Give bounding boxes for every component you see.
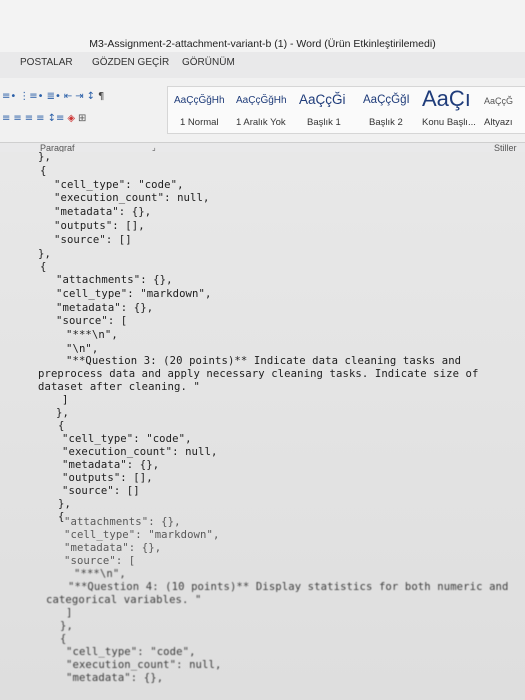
- code-line: "**Question 4: (10 points)** Display sta…: [68, 581, 509, 593]
- code-line: "metadata": {},: [64, 542, 162, 554]
- style-name: Başlık 1: [307, 117, 341, 128]
- code-line: {: [40, 261, 47, 273]
- tab-gozden-gecir[interactable]: GÖZDEN GEÇİR: [92, 57, 169, 68]
- code-line: "attachments": {},: [56, 274, 173, 286]
- code-line: "execution_count": null,: [54, 192, 210, 204]
- line-spacing-icon[interactable]: ↕≡: [48, 113, 65, 124]
- justify-icon[interactable]: ≡: [36, 113, 44, 124]
- style-sample: AaÇçĞğI: [363, 94, 410, 106]
- code-line: preprocess data and apply necessary clea…: [38, 368, 479, 380]
- code-line: "source": [: [56, 315, 128, 327]
- tab-postalar[interactable]: POSTALAR: [20, 57, 73, 68]
- code-line: "source": []: [54, 234, 132, 246]
- paragraph-tools-row-1: ≡• ⋮≡• ≣• ⇤ ⇥ ↕ ¶: [2, 91, 104, 102]
- code-line: "attachments": {},: [64, 516, 181, 528]
- code-line: "cell_type": "code",: [66, 646, 196, 658]
- code-line: {: [58, 420, 65, 432]
- code-line: "cell_type": "code",: [62, 433, 192, 445]
- code-line: ]: [62, 394, 69, 406]
- code-line: categorical variables. ": [46, 594, 202, 606]
- styles-gallery: AaÇçĞğHh 1 Normal AaÇçĞğHh 1 Aralık Yok …: [167, 86, 525, 134]
- align-center-icon[interactable]: ≡: [13, 113, 21, 124]
- style-name: Altyazı: [484, 117, 513, 128]
- code-line: "source": []: [62, 485, 140, 497]
- code-line: "cell_type": "markdown",: [64, 529, 220, 541]
- style-no-spacing[interactable]: AaÇçĞğHh 1 Aralık Yok: [236, 87, 296, 133]
- code-line: "metadata": {},: [56, 302, 154, 314]
- code-line: },: [60, 620, 73, 632]
- dialog-launcher-icon[interactable]: ⌟: [152, 143, 156, 152]
- document-area[interactable]: }, { "cell_type": "code", "execution_cou…: [0, 151, 525, 700]
- code-line: "**Question 3: (20 points)** Indicate da…: [66, 355, 462, 367]
- code-line: "metadata": {},: [66, 672, 164, 684]
- code-line: "outputs": [],: [62, 472, 153, 484]
- code-line: dataset after cleaning. ": [38, 381, 200, 393]
- code-line: "cell_type": "markdown",: [56, 288, 212, 300]
- code-line: {: [40, 165, 47, 177]
- align-right-icon[interactable]: ≡: [25, 113, 33, 124]
- code-line: "outputs": [],: [54, 220, 145, 232]
- align-left-icon[interactable]: ≡: [2, 113, 10, 124]
- code-line: ]: [66, 607, 73, 619]
- style-name: Başlık 2: [369, 117, 403, 128]
- decrease-indent-icon[interactable]: ⇤: [64, 91, 72, 102]
- code-line: "cell_type": "code",: [54, 179, 184, 191]
- style-sample: AaÇı: [422, 86, 471, 111]
- style-heading-1[interactable]: AaÇçĞi Başlık 1: [299, 87, 361, 133]
- code-line: "\n",: [66, 343, 99, 355]
- code-line: },: [38, 248, 51, 260]
- sort-icon[interactable]: ↕: [87, 91, 95, 102]
- code-line: },: [58, 498, 71, 510]
- code-line: "source": [: [64, 555, 136, 567]
- code-line: },: [38, 151, 51, 163]
- style-title[interactable]: AaÇı Konu Başlı...: [422, 86, 482, 133]
- style-sample: AaÇçĞi: [299, 92, 346, 107]
- ribbon-tabs: POSTALAR GÖZDEN GEÇİR GÖRÜNÜM: [0, 55, 525, 73]
- increase-indent-icon[interactable]: ⇥: [75, 91, 83, 102]
- code-line: "metadata": {},: [54, 206, 152, 218]
- window-title: M3-Assignment-2-attachment-variant-b (1)…: [89, 38, 436, 50]
- style-normal[interactable]: AaÇçĞğHh 1 Normal: [174, 87, 232, 133]
- numbering-icon[interactable]: ⋮≡•: [19, 91, 43, 102]
- code-line: "***\n",: [66, 329, 118, 341]
- style-sample: AaÇçĞ: [484, 96, 514, 106]
- title-bar: M3-Assignment-2-attachment-variant-b (1)…: [0, 0, 525, 52]
- shading-icon[interactable]: ◈: [67, 113, 75, 124]
- code-line: "execution_count": null,: [66, 659, 222, 671]
- style-name: Konu Başlı...: [422, 117, 476, 128]
- multilevel-list-icon[interactable]: ≣•: [47, 91, 61, 102]
- bullets-icon[interactable]: ≡•: [2, 91, 16, 102]
- code-line: },: [56, 407, 69, 419]
- style-subtitle[interactable]: AaÇçĞ Altyazı: [484, 87, 525, 133]
- style-sample: AaÇçĞğHh: [174, 95, 225, 106]
- pilcrow-icon[interactable]: ¶: [98, 91, 104, 102]
- borders-icon[interactable]: ⊞: [78, 113, 86, 124]
- style-sample: AaÇçĞğHh: [236, 95, 287, 106]
- style-heading-2[interactable]: AaÇçĞğI Başlık 2: [363, 87, 419, 133]
- style-name: 1 Aralık Yok: [236, 117, 286, 128]
- code-line: {: [60, 633, 67, 645]
- code-line: "***\n",: [74, 568, 126, 580]
- paragraph-tools-row-2: ≡ ≡ ≡ ≡ ↕≡ ◈ ⊞: [2, 113, 86, 124]
- code-line: "execution_count": null,: [62, 446, 218, 458]
- tab-gorunum[interactable]: GÖRÜNÜM: [182, 57, 235, 68]
- code-line: "metadata": {},: [62, 459, 160, 471]
- style-name: 1 Normal: [180, 117, 219, 128]
